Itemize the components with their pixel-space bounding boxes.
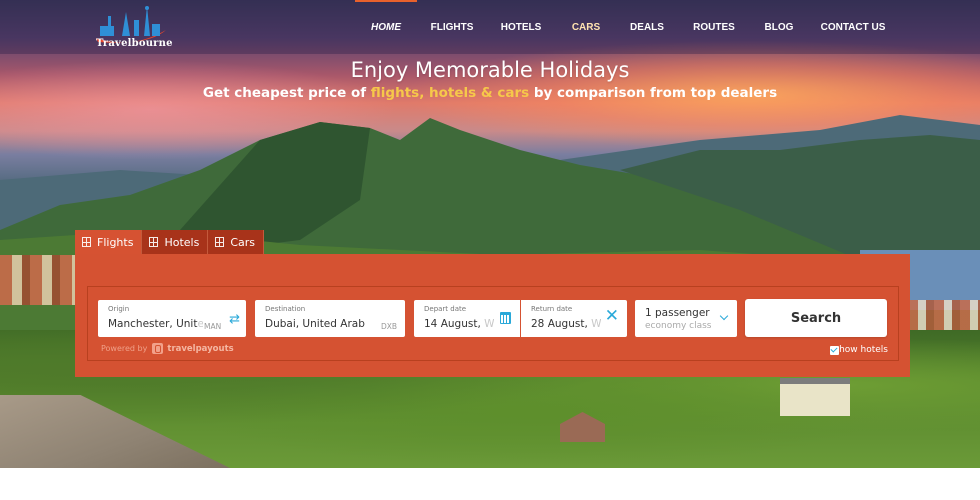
page-footer-space bbox=[0, 468, 980, 500]
origin-field[interactable]: Origin Manchester, Unite MAN ⇄ bbox=[98, 300, 246, 337]
nav-cars[interactable]: Cars bbox=[555, 0, 617, 54]
powered-by: Powered by travelpayouts bbox=[101, 343, 234, 354]
return-value[interactable]: 28 August, W bbox=[531, 318, 601, 330]
return-label: Return date bbox=[531, 305, 573, 313]
checkbox-checked-icon[interactable] bbox=[830, 345, 840, 355]
chevron-down-icon bbox=[719, 311, 729, 321]
destination-field[interactable]: Destination Dubai, United Arab E DXB bbox=[255, 300, 405, 337]
powered-by-label: Powered by bbox=[101, 344, 148, 353]
flight-icon bbox=[82, 237, 91, 247]
tab-hotels[interactable]: Hotels bbox=[142, 230, 209, 254]
search-form: Origin Manchester, Unite MAN ⇄ Destinati… bbox=[87, 286, 899, 361]
tab-flights[interactable]: Flights bbox=[75, 230, 143, 254]
depart-label: Depart date bbox=[424, 305, 467, 313]
close-icon[interactable]: ✕ bbox=[605, 308, 619, 325]
show-hotels-checkbox[interactable]: how hotels bbox=[830, 345, 888, 355]
destination-iata: DXB bbox=[381, 322, 398, 331]
origin-value[interactable]: Manchester, Unite bbox=[108, 318, 203, 330]
nav-contact-us[interactable]: Contact Us bbox=[807, 0, 899, 54]
search-panel: Origin Manchester, Unite MAN ⇄ Destinati… bbox=[75, 254, 910, 377]
depart-value[interactable]: 14 August, W bbox=[424, 318, 494, 330]
tab-cars[interactable]: Cars bbox=[208, 230, 264, 254]
passengers-select[interactable]: 1 passenger economy class bbox=[635, 300, 737, 337]
cabin-class: economy class bbox=[645, 321, 712, 331]
house bbox=[780, 378, 850, 416]
travelpayouts-icon bbox=[152, 343, 164, 354]
calendar-icon[interactable] bbox=[500, 312, 511, 324]
travelpayouts-name: travelpayouts bbox=[167, 343, 234, 354]
tab-label: Cars bbox=[230, 235, 255, 249]
car-icon bbox=[215, 237, 225, 247]
logo-text: Travelbourne bbox=[96, 38, 173, 49]
search-tabs: Flights Hotels Cars bbox=[75, 230, 264, 254]
depart-date-field[interactable]: Depart date 14 August, W bbox=[414, 300, 520, 337]
hotel-icon bbox=[149, 237, 159, 247]
search-button[interactable]: Search bbox=[745, 299, 887, 337]
swap-icon[interactable]: ⇄ bbox=[229, 313, 240, 326]
hero-title: Enjoy Memorable Holidays bbox=[350, 58, 630, 82]
destination-label: Destination bbox=[265, 305, 306, 313]
subtitle-suffix: by comparison from top dealers bbox=[529, 85, 778, 101]
nav-home[interactable]: Home bbox=[355, 0, 417, 54]
subtitle-highlight: flights, hotels & cars bbox=[370, 85, 530, 101]
subtitle-prefix: Get cheapest price of bbox=[202, 85, 371, 101]
village-left bbox=[0, 255, 75, 305]
tab-label: Hotels bbox=[164, 235, 200, 249]
nav-deals[interactable]: Deals bbox=[617, 0, 677, 54]
nav-routes[interactable]: Routes bbox=[677, 0, 751, 54]
show-hotels-label: how hotels bbox=[839, 345, 888, 355]
destination-value[interactable]: Dubai, United Arab E bbox=[265, 318, 368, 330]
nav-flights[interactable]: Flights bbox=[417, 0, 487, 54]
hero-subtitle: Get cheapest price of flights, hotels & … bbox=[0, 85, 980, 101]
nav-hotels[interactable]: Hotels bbox=[487, 0, 555, 54]
tab-label: Flights bbox=[97, 235, 134, 249]
logo[interactable]: Travelbourne bbox=[88, 0, 174, 54]
origin-iata: MAN bbox=[204, 322, 222, 331]
nav-blog[interactable]: Blog bbox=[751, 0, 807, 54]
origin-label: Origin bbox=[108, 305, 130, 313]
main-nav: Home Flights Hotels Cars Deals Routes Bl… bbox=[355, 0, 899, 54]
return-date-field[interactable]: Return date 28 August, W ✕ bbox=[521, 300, 627, 337]
passenger-count: 1 passenger bbox=[645, 307, 710, 319]
